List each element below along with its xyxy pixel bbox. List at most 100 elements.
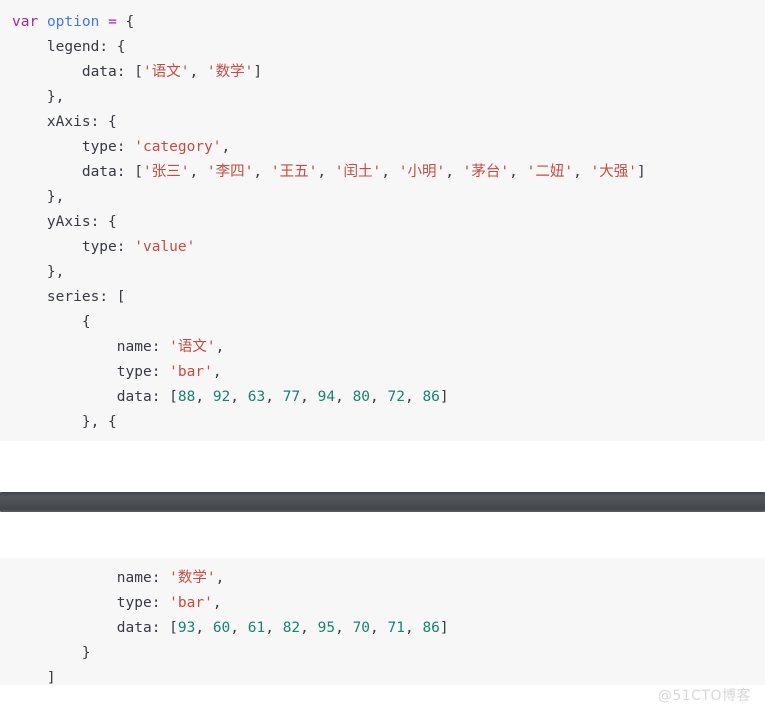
code-line: type: 'value' xyxy=(0,235,765,260)
punctuation: : xyxy=(151,364,170,380)
property-type: type xyxy=(81,239,117,255)
bracket-close: ] xyxy=(46,670,56,685)
code-line: }, { xyxy=(0,410,765,435)
string-xaxis-3: '王五' xyxy=(270,164,318,180)
punctuation: , xyxy=(221,139,231,155)
string-legend-1: '语文' xyxy=(142,64,190,80)
punctuation: }, { xyxy=(81,414,117,430)
brace-open: { xyxy=(81,314,91,330)
punctuation: }, xyxy=(46,264,65,280)
punctuation: : xyxy=(151,339,170,355)
code-line: type: 'bar', xyxy=(116,595,222,611)
code-line: xAxis: { xyxy=(0,110,765,135)
punctuation: : [ xyxy=(151,620,178,636)
watermark: @51CTO博客 xyxy=(657,688,751,704)
string-xaxis-6: '茅台' xyxy=(462,164,510,180)
string-value: 'value' xyxy=(134,239,196,255)
number-6: 70 xyxy=(352,620,371,636)
property-data: data xyxy=(116,389,152,405)
number-1: 93 xyxy=(177,620,196,636)
number-3: 61 xyxy=(247,620,266,636)
number-2: 92 xyxy=(212,389,231,405)
code-line: var option = { xyxy=(0,10,765,35)
string-bar: 'bar' xyxy=(169,364,213,380)
property-type: type xyxy=(116,595,152,611)
string-xaxis-4: '闰土' xyxy=(334,164,382,180)
number-7: 72 xyxy=(387,389,405,405)
property-data: data xyxy=(81,164,117,180)
number-3: 63 xyxy=(247,389,266,405)
number-8: 86 xyxy=(422,389,440,405)
code-line: series: [ xyxy=(0,285,765,310)
punctuation: ] xyxy=(253,64,263,80)
punctuation: : xyxy=(151,595,170,611)
punctuation: : { xyxy=(99,39,126,55)
property-data: data xyxy=(81,64,117,80)
string-series-name: '语文' xyxy=(169,339,216,355)
punctuation: : [ xyxy=(116,164,143,180)
code-line: ] xyxy=(0,666,765,685)
property-name: name xyxy=(116,570,152,586)
number-6: 80 xyxy=(352,389,371,405)
horizontal-scrollbar-track[interactable] xyxy=(0,492,765,512)
code-line: }, xyxy=(0,85,765,110)
string-xaxis-1: '张三' xyxy=(142,164,190,180)
punctuation: : [ xyxy=(116,64,143,80)
number-5: 94 xyxy=(317,389,336,405)
string-category: 'category' xyxy=(134,139,222,155)
number-2: 60 xyxy=(212,620,231,636)
string-xaxis-7: '二妞' xyxy=(526,164,574,180)
number-5: 95 xyxy=(317,620,336,636)
code-lines-bottom: name: '数学', type: 'bar', data: [93, 60, … xyxy=(0,558,765,685)
punctuation: : xyxy=(116,239,135,255)
number-1: 88 xyxy=(177,389,196,405)
number-7: 71 xyxy=(387,620,405,636)
punctuation: : { xyxy=(90,114,117,130)
code-line: { xyxy=(0,310,765,335)
punctuation: }, xyxy=(46,89,65,105)
property-type: type xyxy=(81,139,117,155)
property-data: data xyxy=(116,620,152,636)
property-xaxis: xAxis xyxy=(46,114,91,130)
punctuation: : [ xyxy=(151,389,178,405)
string-series-name: '数学' xyxy=(169,570,216,586)
string-bar: 'bar' xyxy=(169,595,213,611)
code-line: data: ['张三', '李四', '王五', '闰土', '小明', '茅台… xyxy=(81,164,646,180)
string-xaxis-8: '大强' xyxy=(590,164,637,180)
property-series: series xyxy=(46,289,100,305)
string-legend-2: '数学' xyxy=(206,64,254,80)
code-line: type: 'category', xyxy=(0,135,765,160)
property-name: name xyxy=(116,339,152,355)
brace-open: { xyxy=(125,14,135,30)
number-4: 82 xyxy=(282,620,301,636)
operator-assign: = xyxy=(108,14,117,30)
code-line: } xyxy=(0,641,765,666)
code-line: type: 'bar', xyxy=(116,364,222,380)
property-yaxis: yAxis xyxy=(46,214,91,230)
code-line: data: [93, 60, 61, 82, 95, 70, 71, 86] xyxy=(116,620,449,636)
code-line: data: ['语文', '数学'] xyxy=(0,60,765,85)
string-xaxis-5: '小明' xyxy=(398,164,446,180)
code-lines-top: var option = { legend: { data: ['语文', '数… xyxy=(0,0,765,435)
code-line: legend: { xyxy=(0,35,765,60)
horizontal-scrollbar-thumb[interactable] xyxy=(0,492,765,512)
punctuation: , xyxy=(189,64,207,80)
code-line: data: [88, 92, 63, 77, 94, 80, 72, 86] xyxy=(116,389,449,405)
string-xaxis-2: '李四' xyxy=(206,164,254,180)
code-block-top: var option = { legend: { data: ['语文', '数… xyxy=(0,0,765,441)
code-line: }, xyxy=(0,185,765,210)
code-block-bottom: name: '数学', type: 'bar', data: [93, 60, … xyxy=(0,558,765,685)
punctuation: }, xyxy=(46,189,65,205)
number-4: 77 xyxy=(282,389,301,405)
punctuation: : { xyxy=(90,214,117,230)
code-line: name: '数学', xyxy=(116,570,225,586)
keyword-var: var xyxy=(12,14,39,30)
brace-close: } xyxy=(81,645,91,661)
punctuation: : xyxy=(116,139,135,155)
punctuation: : xyxy=(151,570,170,586)
number-8: 86 xyxy=(422,620,440,636)
code-line: name: '语文', xyxy=(116,339,225,355)
punctuation: : [ xyxy=(99,289,126,305)
code-line: }, xyxy=(0,260,765,285)
code-line: yAxis: { xyxy=(0,210,765,235)
